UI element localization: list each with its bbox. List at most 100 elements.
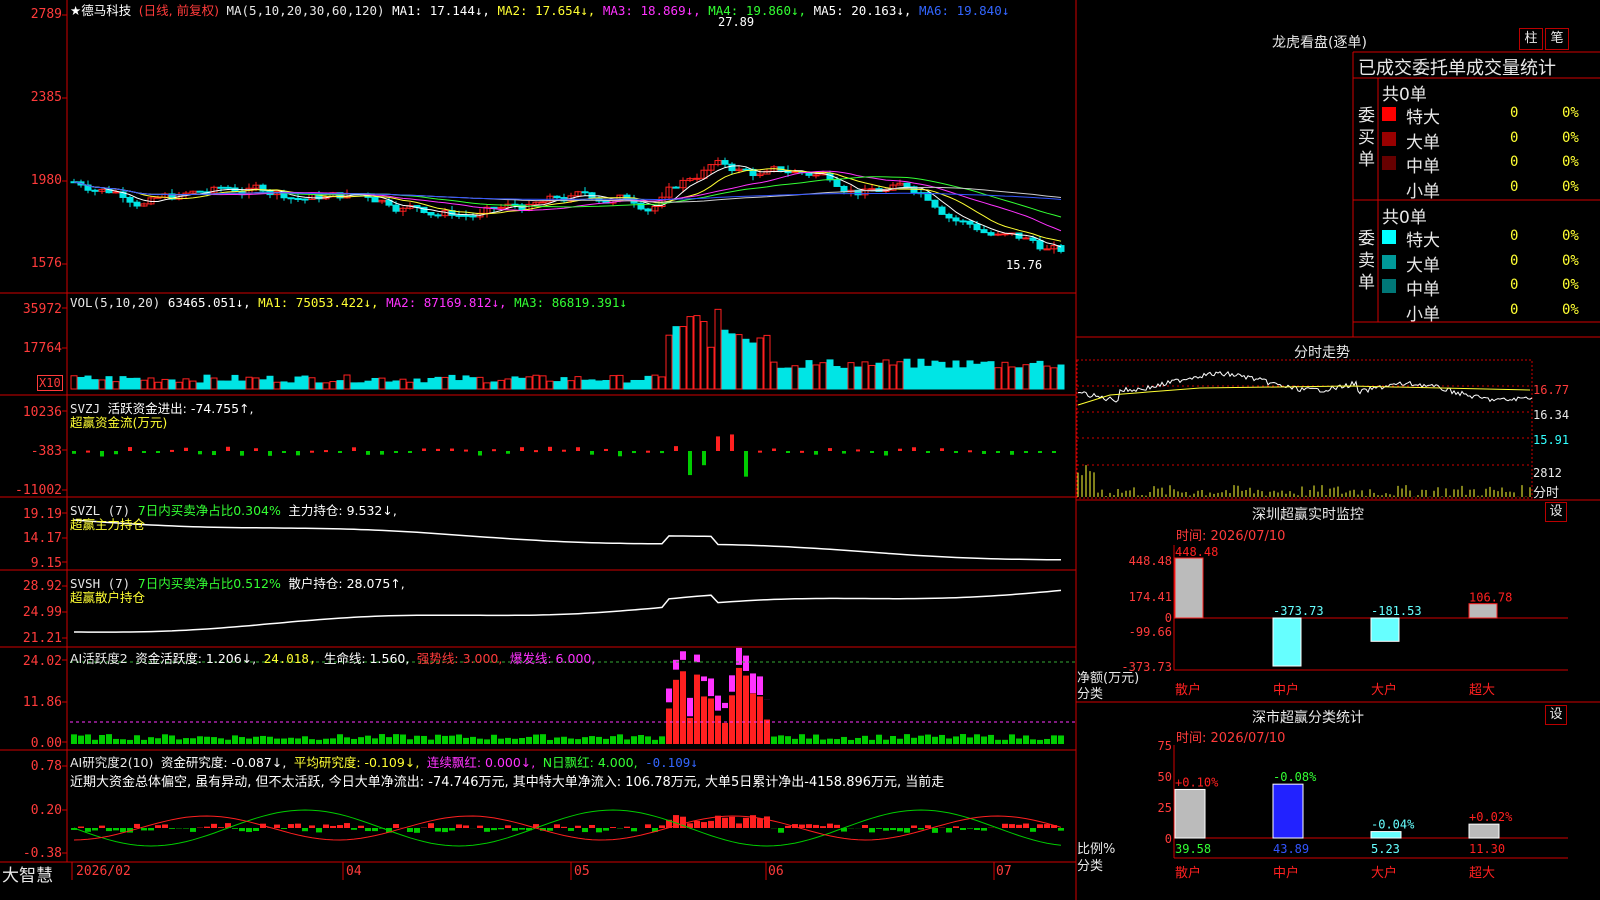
volume-bar (168, 379, 176, 390)
classify-title: 深市超赢分类统计 (1252, 710, 1364, 726)
activity-bar (239, 737, 245, 744)
sell-order-type: 中单 (1406, 280, 1440, 300)
sell-orders-label: 委卖单 (1358, 229, 1375, 293)
volume-bar (686, 316, 694, 390)
fund-flow-bar (674, 446, 678, 451)
ma5-value: MA5: 20.163↓, (813, 3, 912, 18)
activity-burst-bar (715, 695, 721, 711)
activity-bar (652, 739, 658, 744)
candle-body (672, 186, 680, 189)
research-bar (204, 826, 210, 828)
activity-bar (463, 737, 469, 744)
candle-body (812, 174, 820, 177)
research-bar (1002, 823, 1008, 828)
activity-bar (974, 734, 980, 744)
volume-bar (441, 376, 449, 390)
research-bar (561, 826, 567, 828)
activity-bar (316, 739, 322, 744)
ai1-activity: 资金活跃度: 1.206↓, (135, 651, 257, 666)
activity-bar (358, 737, 364, 744)
fund-flow-bar (86, 450, 90, 453)
candle-body (1015, 232, 1023, 239)
classify-change-label-3: +0.02% (1469, 810, 1513, 824)
research-bar (148, 828, 154, 831)
volume-bar (406, 381, 414, 390)
fund-flow-bar (786, 451, 790, 453)
research-bar (435, 828, 441, 832)
tick-mode-button[interactable]: 笔 (1545, 28, 1569, 50)
monitor-title: 深圳超赢实时监控 (1252, 507, 1364, 523)
research-bar (1058, 828, 1064, 831)
research-bar (883, 828, 889, 831)
activity-bar (631, 736, 637, 744)
activity-bar (365, 735, 371, 744)
svzl-y-tick-2: 14.17 (22, 531, 62, 546)
research-bar (85, 828, 91, 832)
buy-order-count: 0 (1510, 154, 1519, 170)
fund-flow-bar (968, 450, 972, 453)
sell-order-type: 小单 (1406, 304, 1440, 325)
volume-bar (1036, 360, 1044, 390)
activity-bar (792, 738, 798, 744)
activity-burst-bar (687, 697, 693, 717)
volume-bar (987, 361, 995, 390)
candle-body (987, 232, 995, 236)
fund-flow-bar (716, 436, 720, 451)
activity-bar (694, 674, 700, 744)
bar-mode-button[interactable]: 柱 (1519, 28, 1543, 50)
fund-flow-bar (576, 447, 580, 451)
research-bar (1016, 824, 1022, 828)
stock-name[interactable]: ★德马科技 (70, 3, 131, 18)
activity-burst-bar (680, 651, 686, 660)
candle-body (980, 229, 988, 234)
classify-y-tick-4: 0 (1164, 832, 1172, 846)
volume-bar (721, 329, 729, 390)
classify-settings-button[interactable]: 设 (1545, 705, 1567, 725)
research-bar (414, 828, 420, 833)
fund-flow-bar (282, 451, 286, 453)
activity-bar (1009, 734, 1015, 744)
candle-body (497, 206, 505, 209)
activity-bar (589, 736, 595, 744)
activity-bar (1058, 735, 1064, 744)
sell-order-percent: 0% (1562, 228, 1579, 244)
volume-bar (1015, 367, 1023, 390)
activity-bar (526, 736, 532, 744)
intraday-title[interactable]: 分时走势 (1294, 342, 1350, 362)
candle-body (539, 201, 547, 204)
ma3-value: MA3: 18.869↓, (602, 3, 701, 18)
fund-flow-bar (394, 451, 398, 453)
candle-body (462, 214, 470, 217)
activity-bar (736, 667, 742, 744)
activity-bar (932, 736, 938, 744)
main-y-tick-3: 1980 (30, 173, 62, 188)
x-label-jun: 06 (768, 864, 784, 879)
intraday-price-mid: 16.34 (1533, 408, 1570, 422)
candle-body (112, 191, 120, 194)
activity-bar (274, 738, 280, 744)
monitor-category-3: 超大 (1469, 683, 1495, 698)
candle-body (1022, 237, 1030, 240)
activity-bar (610, 736, 616, 744)
main-y-tick-1: 2789 (30, 7, 62, 22)
research-bar (743, 817, 749, 828)
classify-change-label-0: +0.10% (1175, 775, 1219, 789)
candle-body (1029, 237, 1037, 241)
monitor-settings-button[interactable]: 设 (1545, 502, 1567, 522)
ai1-strong-line: 强势线: 3.000, (416, 651, 503, 666)
ai2-y-tick-3: -0.38 (22, 846, 62, 861)
ai2-nday-red: N日飘红: 4.000, (542, 755, 638, 770)
volume-bar (616, 374, 624, 390)
research-bar (932, 828, 938, 833)
sell-color-swatch (1382, 254, 1396, 269)
fund-flow-bar (730, 434, 734, 451)
volume-bar (728, 333, 736, 390)
research-bar (708, 820, 714, 828)
fund-flow-bar (408, 451, 412, 453)
volume-bar (735, 334, 743, 390)
candle-body (1001, 233, 1009, 236)
buy-order-type: 小单 (1406, 181, 1440, 202)
research-bar (211, 823, 217, 828)
buy-total: 共0单 (1382, 85, 1427, 105)
brand-logo[interactable]: 大智慧 (2, 861, 53, 886)
